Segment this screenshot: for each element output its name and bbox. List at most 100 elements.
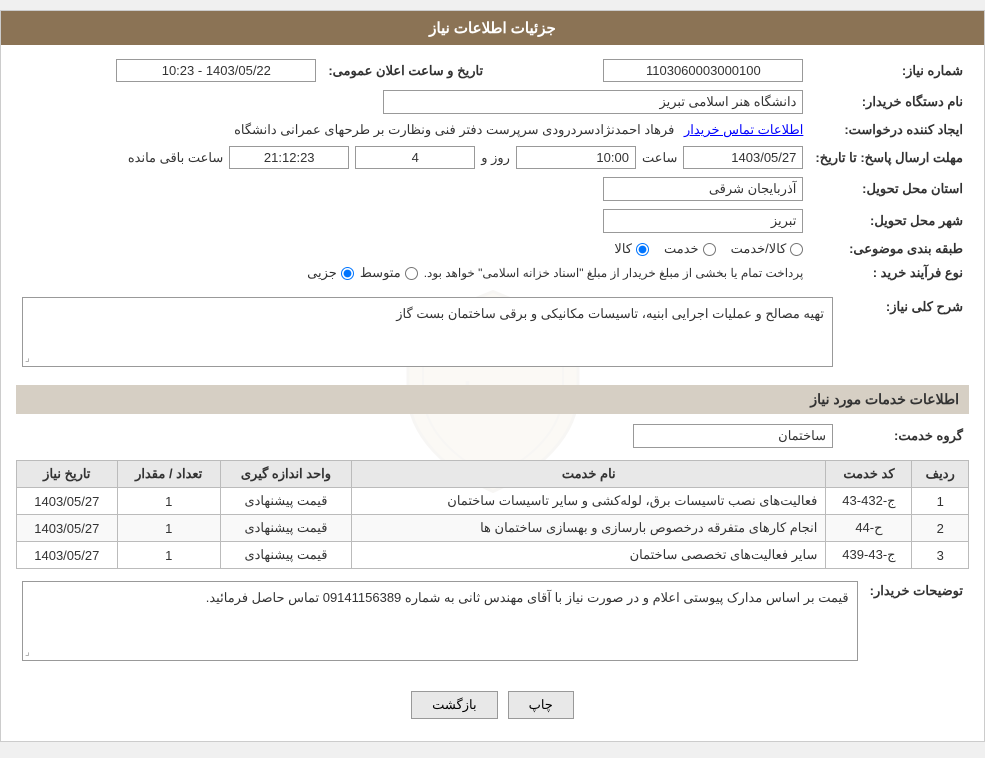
page-header: جزئیات اطلاعات نیاز bbox=[1, 11, 984, 45]
col-unit: واحد اندازه گیری bbox=[220, 461, 351, 488]
purchase-motevaset-option[interactable]: متوسط bbox=[360, 265, 418, 281]
purchase-jozi-option[interactable]: جزیی bbox=[307, 265, 354, 281]
announce-date-value: 1403/05/22 - 10:23 bbox=[116, 59, 316, 82]
requester-name: فرهاد احمدنژادسردرودی سرپرست دفتر فنی ون… bbox=[234, 122, 674, 137]
table-header: ردیف کد خدمت نام خدمت واحد اندازه گیری ت… bbox=[17, 461, 969, 488]
response-deadline-row: مهلت ارسال پاسخ: تا تاریخ: 1403/05/27 سا… bbox=[16, 142, 969, 173]
cell-unit: قیمت پیشنهادی bbox=[220, 542, 351, 569]
category-radio-group: کالا/خدمت خدمت کالا bbox=[22, 241, 803, 257]
requester-label: ایجاد کننده درخواست: bbox=[809, 118, 969, 142]
service-group-table: گروه خدمت: ساختمان bbox=[16, 420, 969, 452]
description-text: تهیه مصالح و عملیات اجرایی ابنیه، تاسیسا… bbox=[396, 306, 824, 321]
response-days-label: روز و bbox=[481, 150, 510, 166]
cell-date: 1403/05/27 bbox=[17, 488, 118, 515]
announce-date-label: تاریخ و ساعت اعلان عمومی: bbox=[322, 55, 503, 86]
col-service-code: کد خدمت bbox=[826, 461, 912, 488]
service-group-value: ساختمان bbox=[633, 424, 833, 448]
cell-unit: قیمت پیشنهادی bbox=[220, 515, 351, 542]
response-remaining: 21:12:23 bbox=[229, 146, 349, 169]
requester-row: ایجاد کننده درخواست: اطلاعات تماس خریدار… bbox=[16, 118, 969, 142]
header-title: جزئیات اطلاعات نیاز bbox=[429, 20, 556, 37]
content-area: ا شماره نیاز: 1103060003000100 تاریخ و س… bbox=[1, 45, 984, 741]
response-deadline-label: مهلت ارسال پاسخ: تا تاریخ: bbox=[809, 142, 969, 173]
description-label: شرح کلی نیاز: bbox=[839, 293, 969, 377]
buyer-notes-row: توضیحات خریدار: قیمت بر اساس مدارک پیوست… bbox=[16, 577, 969, 671]
buyer-org-value: دانشگاه هنر اسلامی تبریز bbox=[383, 90, 803, 114]
province-value: آذربایجان شرقی bbox=[603, 177, 803, 201]
description-value: تهیه مصالح و عملیات اجرایی ابنیه، تاسیسا… bbox=[22, 297, 833, 367]
service-group-row: گروه خدمت: ساختمان bbox=[16, 420, 969, 452]
purchase-type-note: پرداخت تمام یا بخشی از مبلغ خریدار از مب… bbox=[424, 266, 804, 280]
buyer-notes-value: قیمت بر اساس مدارک پیوستی اعلام و در صور… bbox=[22, 581, 858, 661]
category-kala-label: کالا bbox=[614, 241, 632, 257]
buyer-org-label: نام دستگاه خریدار: bbox=[809, 86, 969, 118]
need-number-label: شماره نیاز: bbox=[809, 55, 969, 86]
cell-date: 1403/05/27 bbox=[17, 542, 118, 569]
purchase-jozi-radio[interactable] bbox=[341, 267, 354, 280]
service-group-label: گروه خدمت: bbox=[839, 420, 969, 452]
info-table: شماره نیاز: 1103060003000100 تاریخ و ساع… bbox=[16, 55, 969, 285]
print-button[interactable]: چاپ bbox=[508, 691, 574, 719]
resize-handle[interactable]: ⌟ bbox=[25, 353, 30, 364]
col-quantity: تعداد / مقدار bbox=[117, 461, 220, 488]
purchase-motevaset-label: متوسط bbox=[360, 265, 401, 281]
response-remaining-label: ساعت باقی مانده bbox=[128, 150, 223, 166]
purchase-jozi-label: جزیی bbox=[307, 265, 337, 281]
category-kala-option[interactable]: کالا bbox=[614, 241, 649, 257]
notes-resize-handle[interactable]: ⌟ bbox=[25, 647, 30, 658]
services-data-table: ردیف کد خدمت نام خدمت واحد اندازه گیری ت… bbox=[16, 460, 969, 569]
cell-unit: قیمت پیشنهادی bbox=[220, 488, 351, 515]
city-value: تبریز bbox=[603, 209, 803, 233]
cell-date: 1403/05/27 bbox=[17, 515, 118, 542]
col-row-num: ردیف bbox=[912, 461, 969, 488]
category-kala-khedmat-option[interactable]: کالا/خدمت bbox=[731, 241, 804, 257]
purchase-motevaset-radio[interactable] bbox=[405, 267, 418, 280]
category-label: طبقه بندی موضوعی: bbox=[809, 237, 969, 261]
main-container: جزئیات اطلاعات نیاز ا شماره نیاز: 110306… bbox=[0, 10, 985, 742]
category-row: طبقه بندی موضوعی: کالا/خدمت خدمت bbox=[16, 237, 969, 261]
table-row: 2 ح-44 انجام کارهای متفرقه درخصوص بارساز… bbox=[17, 515, 969, 542]
table-header-row: ردیف کد خدمت نام خدمت واحد اندازه گیری ت… bbox=[17, 461, 969, 488]
category-khedmat-radio[interactable] bbox=[703, 243, 716, 256]
cell-row-num: 2 bbox=[912, 515, 969, 542]
response-days: 4 bbox=[355, 146, 475, 169]
cell-quantity: 1 bbox=[117, 542, 220, 569]
col-date: تاریخ نیاز bbox=[17, 461, 118, 488]
province-row: استان محل تحویل: آذربایجان شرقی bbox=[16, 173, 969, 205]
buyer-org-row: نام دستگاه خریدار: دانشگاه هنر اسلامی تب… bbox=[16, 86, 969, 118]
cell-quantity: 1 bbox=[117, 488, 220, 515]
response-date: 1403/05/27 bbox=[683, 146, 803, 169]
requester-link[interactable]: اطلاعات تماس خریدار bbox=[684, 122, 803, 137]
purchase-type-row: نوع فرآیند خرید : پرداخت تمام یا بخشی از… bbox=[16, 261, 969, 285]
category-kala-khedmat-radio[interactable] bbox=[790, 243, 803, 256]
response-time-label: ساعت bbox=[642, 150, 677, 166]
category-khedmat-option[interactable]: خدمت bbox=[664, 241, 716, 257]
table-row: 3 ج-43-439 سایر فعالیت‌های تخصصی ساختمان… bbox=[17, 542, 969, 569]
need-number-row: شماره نیاز: 1103060003000100 تاریخ و ساع… bbox=[16, 55, 969, 86]
category-kala-khedmat-label: کالا/خدمت bbox=[731, 241, 787, 257]
col-service-name: نام خدمت bbox=[352, 461, 826, 488]
purchase-type-label: نوع فرآیند خرید : bbox=[809, 261, 969, 285]
cell-service-name: انجام کارهای متفرقه درخصوص بارسازی و بهس… bbox=[352, 515, 826, 542]
cell-service-code: ح-44 bbox=[826, 515, 912, 542]
cell-service-code: ج-432-43 bbox=[826, 488, 912, 515]
category-kala-radio[interactable] bbox=[636, 243, 649, 256]
buyer-notes-label: توضیحات خریدار: bbox=[864, 577, 969, 671]
cell-service-name: سایر فعالیت‌های تخصصی ساختمان bbox=[352, 542, 826, 569]
services-section-header: اطلاعات خدمات مورد نیاز bbox=[16, 385, 969, 414]
cell-row-num: 3 bbox=[912, 542, 969, 569]
buyer-notes-section: توضیحات خریدار: قیمت بر اساس مدارک پیوست… bbox=[16, 577, 969, 671]
services-header-title: اطلاعات خدمات مورد نیاز bbox=[810, 391, 959, 407]
cell-quantity: 1 bbox=[117, 515, 220, 542]
back-button[interactable]: بازگشت bbox=[411, 691, 497, 719]
category-khedmat-label: خدمت bbox=[664, 241, 699, 257]
cell-row-num: 1 bbox=[912, 488, 969, 515]
cell-service-name: فعالیت‌های نصب تاسیسات برق، لوله‌کشی و س… bbox=[352, 488, 826, 515]
need-number-value: 1103060003000100 bbox=[603, 59, 803, 82]
description-row: شرح کلی نیاز: تهیه مصالح و عملیات اجرایی… bbox=[16, 293, 969, 377]
table-body: 1 ج-432-43 فعالیت‌های نصب تاسیسات برق، ل… bbox=[17, 488, 969, 569]
description-section: شرح کلی نیاز: تهیه مصالح و عملیات اجرایی… bbox=[16, 293, 969, 377]
response-time: 10:00 bbox=[516, 146, 636, 169]
button-row: چاپ بازگشت bbox=[16, 679, 969, 731]
province-label: استان محل تحویل: bbox=[809, 173, 969, 205]
